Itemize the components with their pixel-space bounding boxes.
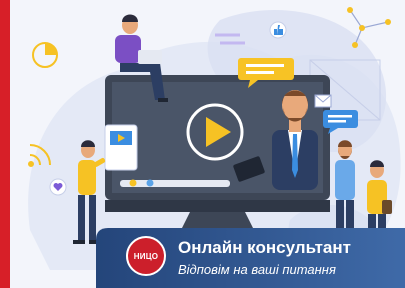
consultant-banner[interactable]: НИЦО Онлайн консультант Відповім на ваші… (96, 228, 405, 288)
banner-title: Онлайн консультант (178, 238, 351, 257)
email-icon (314, 94, 332, 108)
like-icon (269, 21, 287, 39)
heart-icon (49, 178, 67, 196)
brand-logo: НИЦО (126, 236, 166, 276)
promo-banner[interactable]: НИЦО Онлайн консультант Відповім на ваші… (0, 0, 405, 288)
accent-bar (0, 0, 10, 288)
logo-text: НИЦО (133, 251, 159, 261)
banner-subtitle: Відповім на ваші питання (178, 262, 336, 277)
tablet-device (104, 124, 138, 171)
